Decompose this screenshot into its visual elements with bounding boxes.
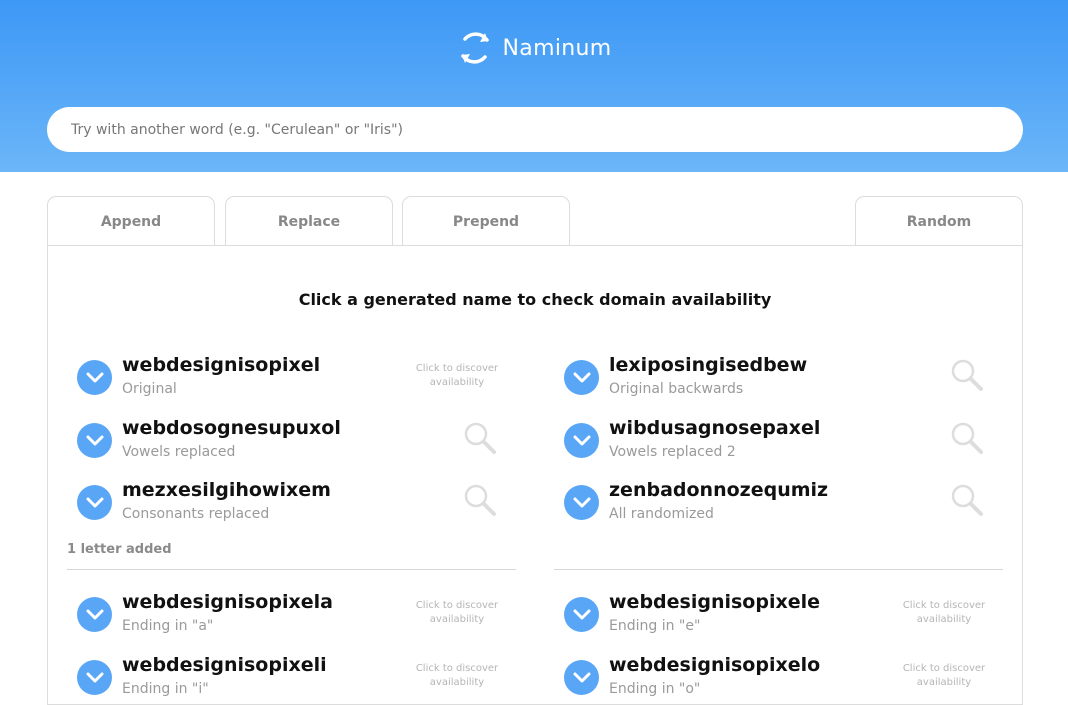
- section-divider: [554, 569, 1003, 570]
- magnifier-icon[interactable]: [950, 358, 984, 392]
- chevron-down-icon[interactable]: [564, 423, 599, 458]
- name-item[interactable]: lexiposingisedbew Original backwards: [554, 354, 994, 402]
- name-description: Ending in "a": [122, 618, 214, 634]
- name-item[interactable]: zenbadonnozequmiz All randomized: [554, 479, 994, 527]
- availability-hint: Click to discover availability: [415, 663, 499, 688]
- availability-hint: Click to discover availability: [902, 663, 986, 688]
- name-item[interactable]: webdesignisopixela Ending in "a" Click t…: [67, 591, 507, 639]
- name-description: Consonants replaced: [122, 506, 270, 522]
- name-description: Original backwards: [609, 381, 744, 397]
- brand[interactable]: Naminum: [0, 28, 1068, 68]
- name-item[interactable]: webdesignisopixeli Ending in "i" Click t…: [67, 654, 507, 702]
- chevron-down-icon[interactable]: [77, 597, 112, 632]
- magnifier-icon[interactable]: [463, 483, 497, 517]
- tab-replace[interactable]: Replace: [225, 196, 393, 246]
- name-item[interactable]: webdesignisopixele Ending in "e" Click t…: [554, 591, 994, 639]
- section-label: 1 letter added: [67, 542, 172, 557]
- generated-name[interactable]: wibdusagnosepaxel: [609, 417, 820, 439]
- generated-name[interactable]: webdesignisopixele: [609, 591, 820, 613]
- search-input[interactable]: [47, 107, 1023, 152]
- magnifier-icon[interactable]: [950, 483, 984, 517]
- magnifier-icon[interactable]: [950, 421, 984, 455]
- chevron-down-icon[interactable]: [564, 360, 599, 395]
- chevron-down-icon[interactable]: [77, 423, 112, 458]
- name-description: Original: [122, 381, 177, 397]
- generated-name[interactable]: webdosognesupuxol: [122, 417, 341, 439]
- name-item[interactable]: webdosognesupuxol Vowels replaced: [67, 417, 507, 465]
- panel-title: Click a generated name to check domain a…: [298, 290, 772, 309]
- generated-name[interactable]: webdesignisopixeli: [122, 654, 327, 676]
- chevron-down-icon[interactable]: [564, 597, 599, 632]
- header: Naminum: [0, 0, 1068, 172]
- availability-hint: Click to discover availability: [415, 363, 499, 388]
- chevron-down-icon[interactable]: [77, 360, 112, 395]
- name-description: Ending in "e": [609, 618, 701, 634]
- tab-append[interactable]: Append: [47, 196, 215, 246]
- availability-hint: Click to discover availability: [902, 600, 986, 625]
- chevron-down-icon[interactable]: [564, 485, 599, 520]
- chevron-down-icon[interactable]: [77, 660, 112, 695]
- name-description: Vowels replaced: [122, 444, 236, 460]
- tab-random[interactable]: Random: [855, 196, 1023, 246]
- availability-hint: Click to discover availability: [415, 600, 499, 625]
- section-divider: [67, 569, 516, 570]
- generated-name[interactable]: webdesignisopixelo: [609, 654, 820, 676]
- name-description: Ending in "o": [609, 681, 701, 697]
- generated-name[interactable]: webdesignisopixela: [122, 591, 333, 613]
- name-item[interactable]: mezxesilgihowixem Consonants replaced: [67, 479, 507, 527]
- name-description: All randomized: [609, 506, 714, 522]
- generated-name[interactable]: lexiposingisedbew: [609, 354, 807, 376]
- tab-prepend[interactable]: Prepend: [402, 196, 570, 246]
- refresh-logo-icon: [460, 32, 489, 64]
- generated-name[interactable]: webdesignisopixel: [122, 354, 320, 376]
- app-name: Naminum: [502, 35, 612, 61]
- name-item[interactable]: webdesignisopixel Original Click to disc…: [67, 354, 507, 402]
- magnifier-icon[interactable]: [463, 421, 497, 455]
- generated-name[interactable]: zenbadonnozequmiz: [609, 479, 828, 501]
- name-item[interactable]: wibdusagnosepaxel Vowels replaced 2: [554, 417, 994, 465]
- name-item[interactable]: webdesignisopixelo Ending in "o" Click t…: [554, 654, 994, 702]
- chevron-down-icon[interactable]: [77, 485, 112, 520]
- name-description: Ending in "i": [122, 681, 209, 697]
- name-description: Vowels replaced 2: [609, 444, 736, 460]
- generated-name[interactable]: mezxesilgihowixem: [122, 479, 331, 501]
- chevron-down-icon[interactable]: [564, 660, 599, 695]
